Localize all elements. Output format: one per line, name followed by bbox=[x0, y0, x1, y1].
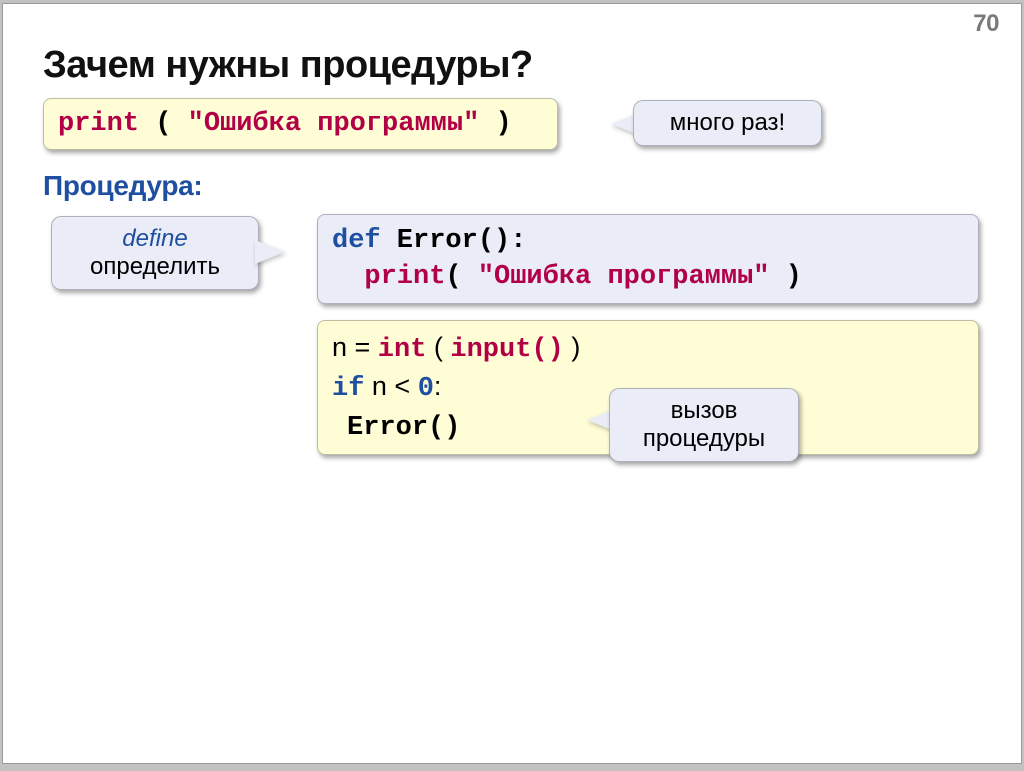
code-box-print: print ( "Ошибка программы" ) bbox=[43, 98, 558, 150]
tok-neq: n = bbox=[332, 332, 378, 362]
tok-errname: Error(): bbox=[381, 226, 527, 256]
subheading: Процедура: bbox=[43, 170, 202, 202]
callout-call: вызов процедуры bbox=[609, 388, 799, 462]
page-number: 70 bbox=[973, 10, 999, 38]
tok-colon: : bbox=[434, 371, 442, 401]
callout-tail-define bbox=[255, 240, 285, 264]
callout-define: define определить bbox=[51, 216, 259, 290]
tok-cond: n < bbox=[364, 371, 417, 401]
tok-errcall: Error() bbox=[347, 413, 460, 443]
tok-rp: ) bbox=[479, 109, 511, 139]
tok-print2: print bbox=[364, 262, 445, 292]
callout-call-l2: процедуры bbox=[643, 425, 765, 452]
callout-define-en: define bbox=[122, 225, 187, 252]
tok-str2: "Ошибка программы" bbox=[478, 262, 770, 292]
callout-define-ru: определить bbox=[90, 253, 220, 280]
tok-int: int bbox=[378, 335, 427, 365]
tok-print: print bbox=[58, 109, 139, 139]
tok-lp2: ( bbox=[445, 262, 477, 292]
tok-lp3: ( bbox=[426, 332, 450, 362]
code-box-def: def Error(): print( "Ошибка программы" ) bbox=[317, 214, 979, 304]
callout-call-l1: вызов bbox=[671, 397, 738, 424]
tok-lp: ( bbox=[139, 109, 188, 139]
tok-rp2: ) bbox=[769, 262, 801, 292]
tok-indent bbox=[332, 262, 364, 292]
callout-many-times: много раз! bbox=[633, 100, 822, 146]
tok-rp3: ) bbox=[564, 332, 581, 362]
tok-def: def bbox=[332, 226, 381, 256]
tok-input: input() bbox=[450, 335, 563, 365]
tok-indent2 bbox=[332, 410, 347, 440]
slide-heading: Зачем нужны процедуры? bbox=[43, 44, 533, 87]
slide: 70 Зачем нужны процедуры? print ( "Ошибк… bbox=[3, 4, 1021, 763]
tok-zero: 0 bbox=[418, 374, 434, 404]
tok-if: if bbox=[332, 374, 364, 404]
tok-str: "Ошибка программы" bbox=[188, 109, 480, 139]
